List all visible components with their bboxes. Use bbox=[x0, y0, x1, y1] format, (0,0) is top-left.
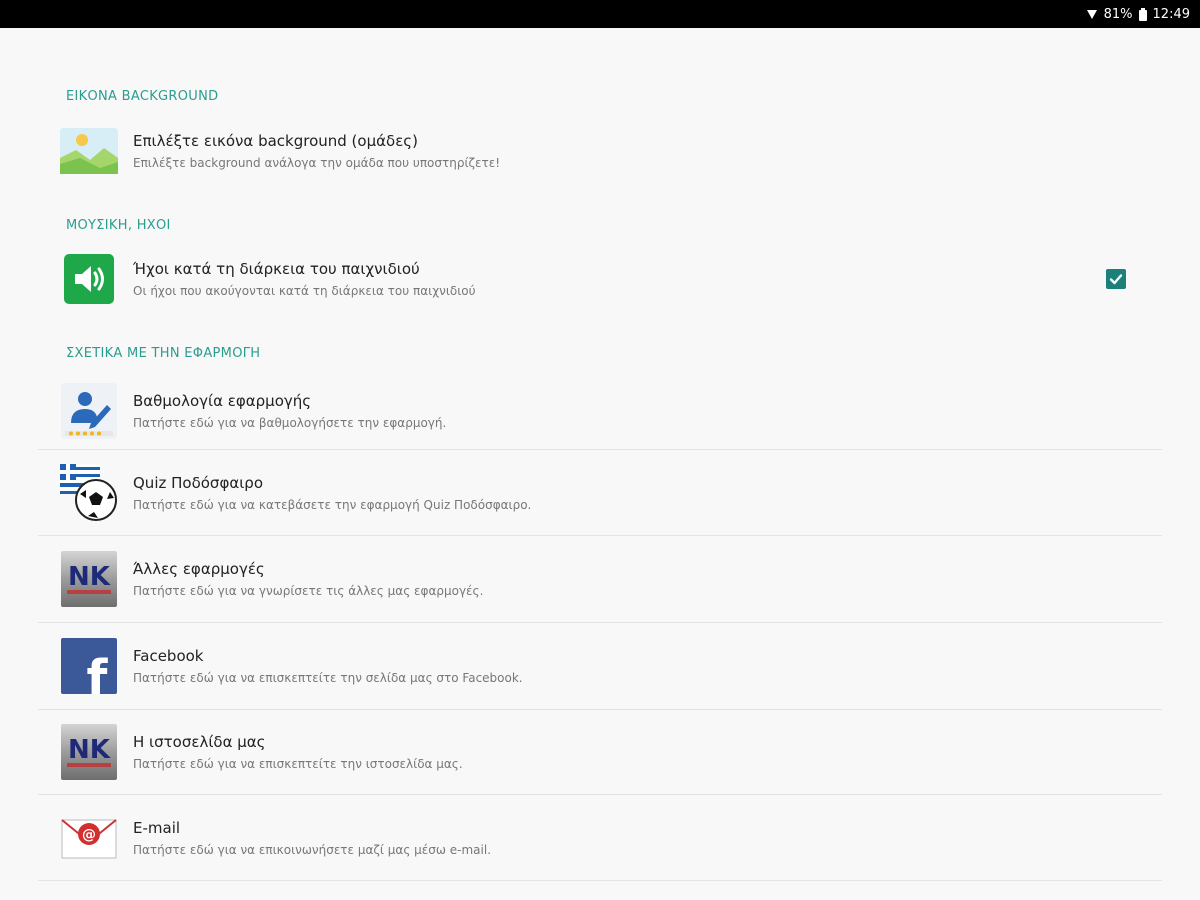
pref-summary: Οι ήχοι που ακούγονται κατά τη διάρκεια … bbox=[133, 284, 476, 298]
pref-title: Άλλες εφαρμογές bbox=[133, 560, 265, 578]
status-bar: 81% 12:49 bbox=[0, 0, 1200, 28]
email-envelope-icon: @ bbox=[60, 809, 118, 867]
settings-list: ΕΙΚΟΝΑ BACKGROUND Επιλέξτε εικόνα backgr… bbox=[0, 28, 1200, 900]
pref-background-image[interactable]: Επιλέξτε εικόνα background (ομάδες) Επιλ… bbox=[38, 120, 1162, 182]
pref-game-sounds[interactable]: Ήχοι κατά τη διάρκεια του παιχνιδιού Οι … bbox=[38, 248, 1162, 310]
facebook-icon: f bbox=[60, 637, 118, 695]
pref-summary: Πατήστε εδώ για να επισκεπτείτε την σελί… bbox=[133, 671, 523, 685]
pref-title: Η ιστοσελίδα μας bbox=[133, 733, 266, 751]
pref-quiz-football[interactable]: Quiz Ποδόσφαιρο Πατήστε εδώ για να κατεβ… bbox=[38, 450, 1162, 536]
pref-website[interactable]: NK Η ιστοσελίδα μας Πατήστε εδώ για να ε… bbox=[38, 710, 1162, 795]
pref-other-apps[interactable]: NK Άλλες εφαρμογές Πατήστε εδώ για να γν… bbox=[38, 536, 1162, 623]
soccer-ball-icon bbox=[60, 463, 118, 522]
battery-percent: 81% bbox=[1103, 6, 1133, 22]
wifi-icon bbox=[1086, 8, 1098, 20]
section-header-music: ΜΟΥΣΙΚΗ, ΗΧΟΙ bbox=[66, 218, 171, 233]
pref-title: E-mail bbox=[133, 818, 181, 837]
nk-logo-icon: NK bbox=[60, 550, 118, 608]
section-header-background: ΕΙΚΟΝΑ BACKGROUND bbox=[66, 89, 219, 104]
game-sounds-checkbox[interactable] bbox=[1106, 269, 1126, 289]
landscape-image-icon bbox=[60, 122, 118, 180]
pref-summary: Πατήστε εδώ για να επισκεπτείτε την ιστο… bbox=[133, 757, 463, 771]
pref-title: Facebook bbox=[133, 647, 204, 665]
pref-title: Quiz Ποδόσφαιρο bbox=[133, 473, 263, 492]
nk-logo-text: NK bbox=[68, 735, 111, 765]
pref-title: Ήχοι κατά τη διάρκεια του παιχνιδιού bbox=[133, 260, 420, 278]
pref-title: Βαθμολογία εφαρμογής bbox=[133, 391, 312, 410]
checkmark-icon bbox=[1109, 274, 1123, 285]
speaker-icon bbox=[60, 250, 118, 308]
clock: 12:49 bbox=[1152, 6, 1190, 22]
pref-rate-app[interactable]: Βαθμολογία εφαρμογής Πατήστε εδώ για να … bbox=[38, 372, 1162, 450]
pref-email[interactable]: @ E-mail Πατήστε εδώ για να επικοινωνήσε… bbox=[38, 795, 1162, 881]
pref-summary: Πατήστε εδώ για να κατεβάσετε την εφαρμο… bbox=[133, 497, 532, 512]
rate-app-icon bbox=[60, 382, 118, 440]
pref-title: Επιλέξτε εικόνα background (ομάδες) bbox=[133, 132, 418, 150]
battery-icon bbox=[1138, 7, 1147, 21]
pref-facebook[interactable]: f Facebook Πατήστε εδώ για να επισκεπτεί… bbox=[38, 623, 1162, 710]
pref-summary: Πατήστε εδώ για να βαθμολογήσετε την εφα… bbox=[133, 415, 447, 430]
pref-summary: Πατήστε εδώ για να επικοινωνήσετε μαζί μ… bbox=[133, 842, 492, 857]
pref-summary: Επιλέξτε background ανάλογα την ομάδα πο… bbox=[133, 156, 501, 170]
pref-summary: Πατήστε εδώ για να γνωρίσετε τις άλλες μ… bbox=[133, 584, 484, 598]
section-header-about: ΣΧΕΤΙΚΑ ΜΕ ΤΗΝ ΕΦΑΡΜΟΓΗ bbox=[66, 346, 261, 361]
email-logo-text: @ bbox=[82, 827, 96, 843]
facebook-logo-text: f bbox=[87, 650, 109, 694]
nk-logo-icon: NK bbox=[60, 723, 118, 781]
nk-logo-text: NK bbox=[68, 562, 111, 592]
